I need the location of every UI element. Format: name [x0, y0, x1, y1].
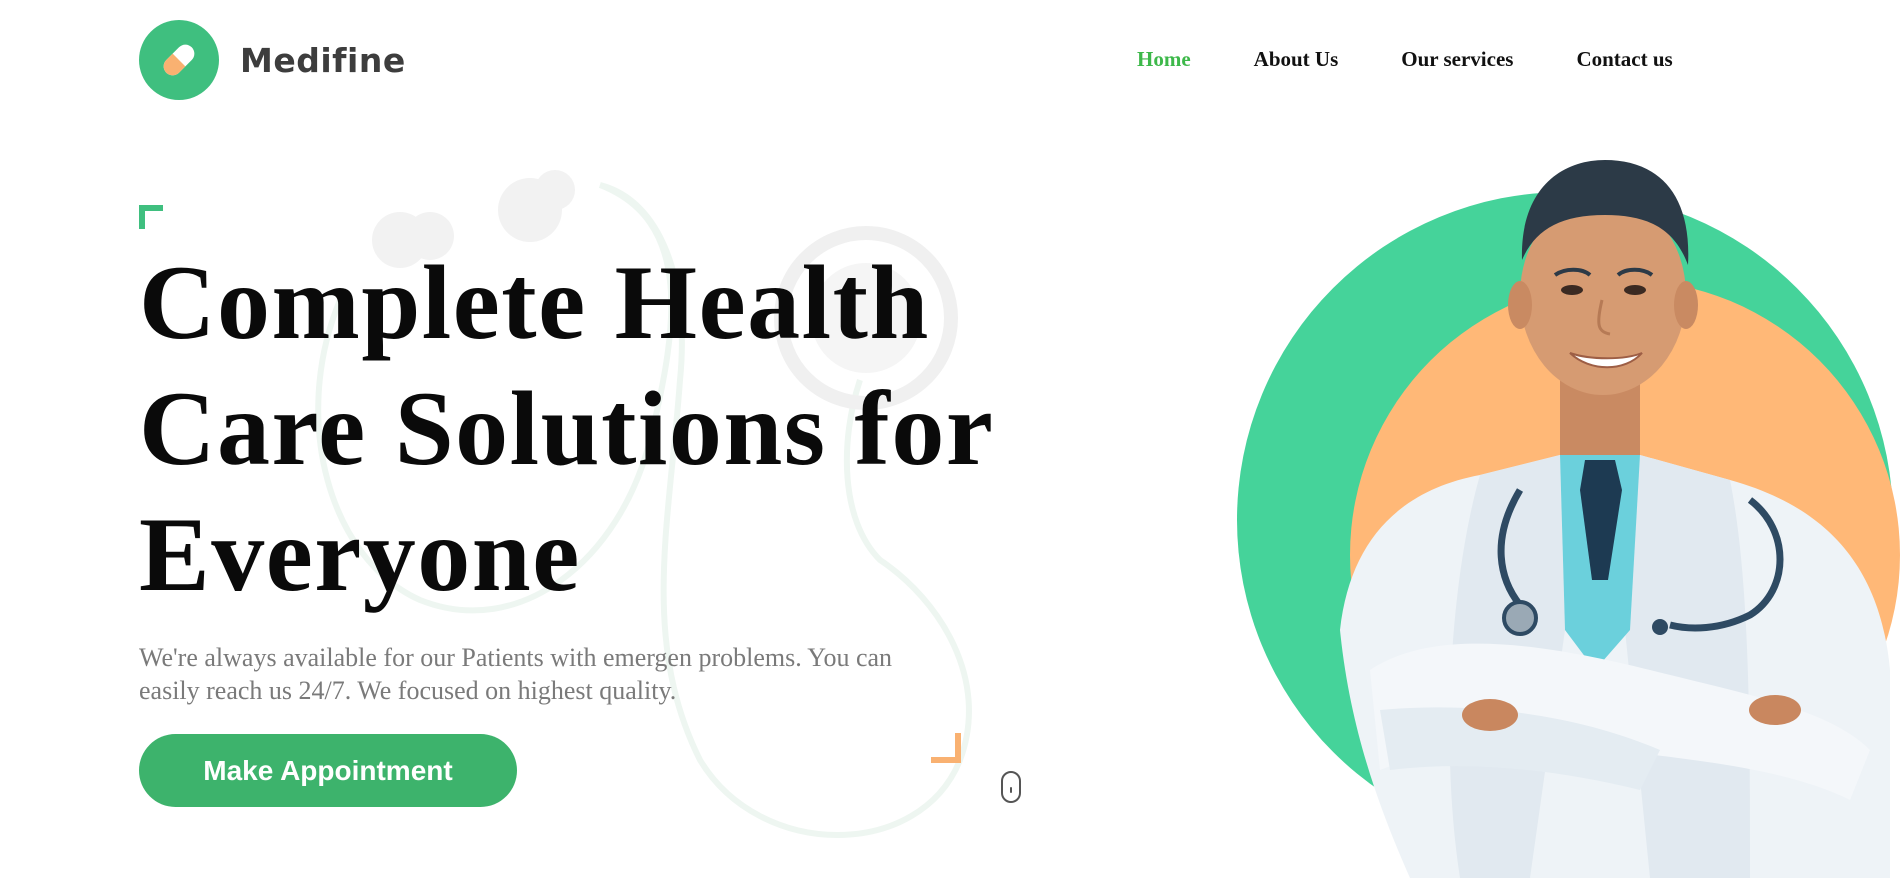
- main-nav: Home About Us Our services Contact us: [1137, 47, 1673, 72]
- mouse-scroll-icon[interactable]: [1001, 771, 1021, 803]
- corner-bracket-top-left: [139, 205, 163, 229]
- hero-title-line: Complete Health: [139, 244, 930, 361]
- nav-item-about-us[interactable]: About Us: [1254, 47, 1339, 72]
- hero-subtitle-line: easily reach us 24/7. We focused on high…: [139, 676, 677, 705]
- make-appointment-button[interactable]: Make Appointment: [139, 734, 517, 807]
- hero-subtitle: We're always available for our Patients …: [139, 641, 999, 707]
- hero-title-line: Everyone: [139, 496, 581, 613]
- nav-item-contact-us[interactable]: Contact us: [1576, 47, 1672, 72]
- nav-item-our-services[interactable]: Our services: [1401, 47, 1513, 72]
- corner-bracket-bottom-right: [931, 733, 961, 763]
- hero-title-line: Care Solutions for: [139, 370, 995, 487]
- doctor-illustration: [1237, 160, 1900, 878]
- brand-logo[interactable]: Medifine: [139, 20, 406, 100]
- hero-subtitle-line: We're always available for our Patients …: [139, 643, 893, 672]
- pill-icon: [139, 20, 219, 100]
- hero-title: Complete Health Care Solutions for Every…: [139, 240, 1039, 618]
- brand-name: Medifine: [240, 40, 406, 80]
- nav-item-home[interactable]: Home: [1137, 47, 1191, 72]
